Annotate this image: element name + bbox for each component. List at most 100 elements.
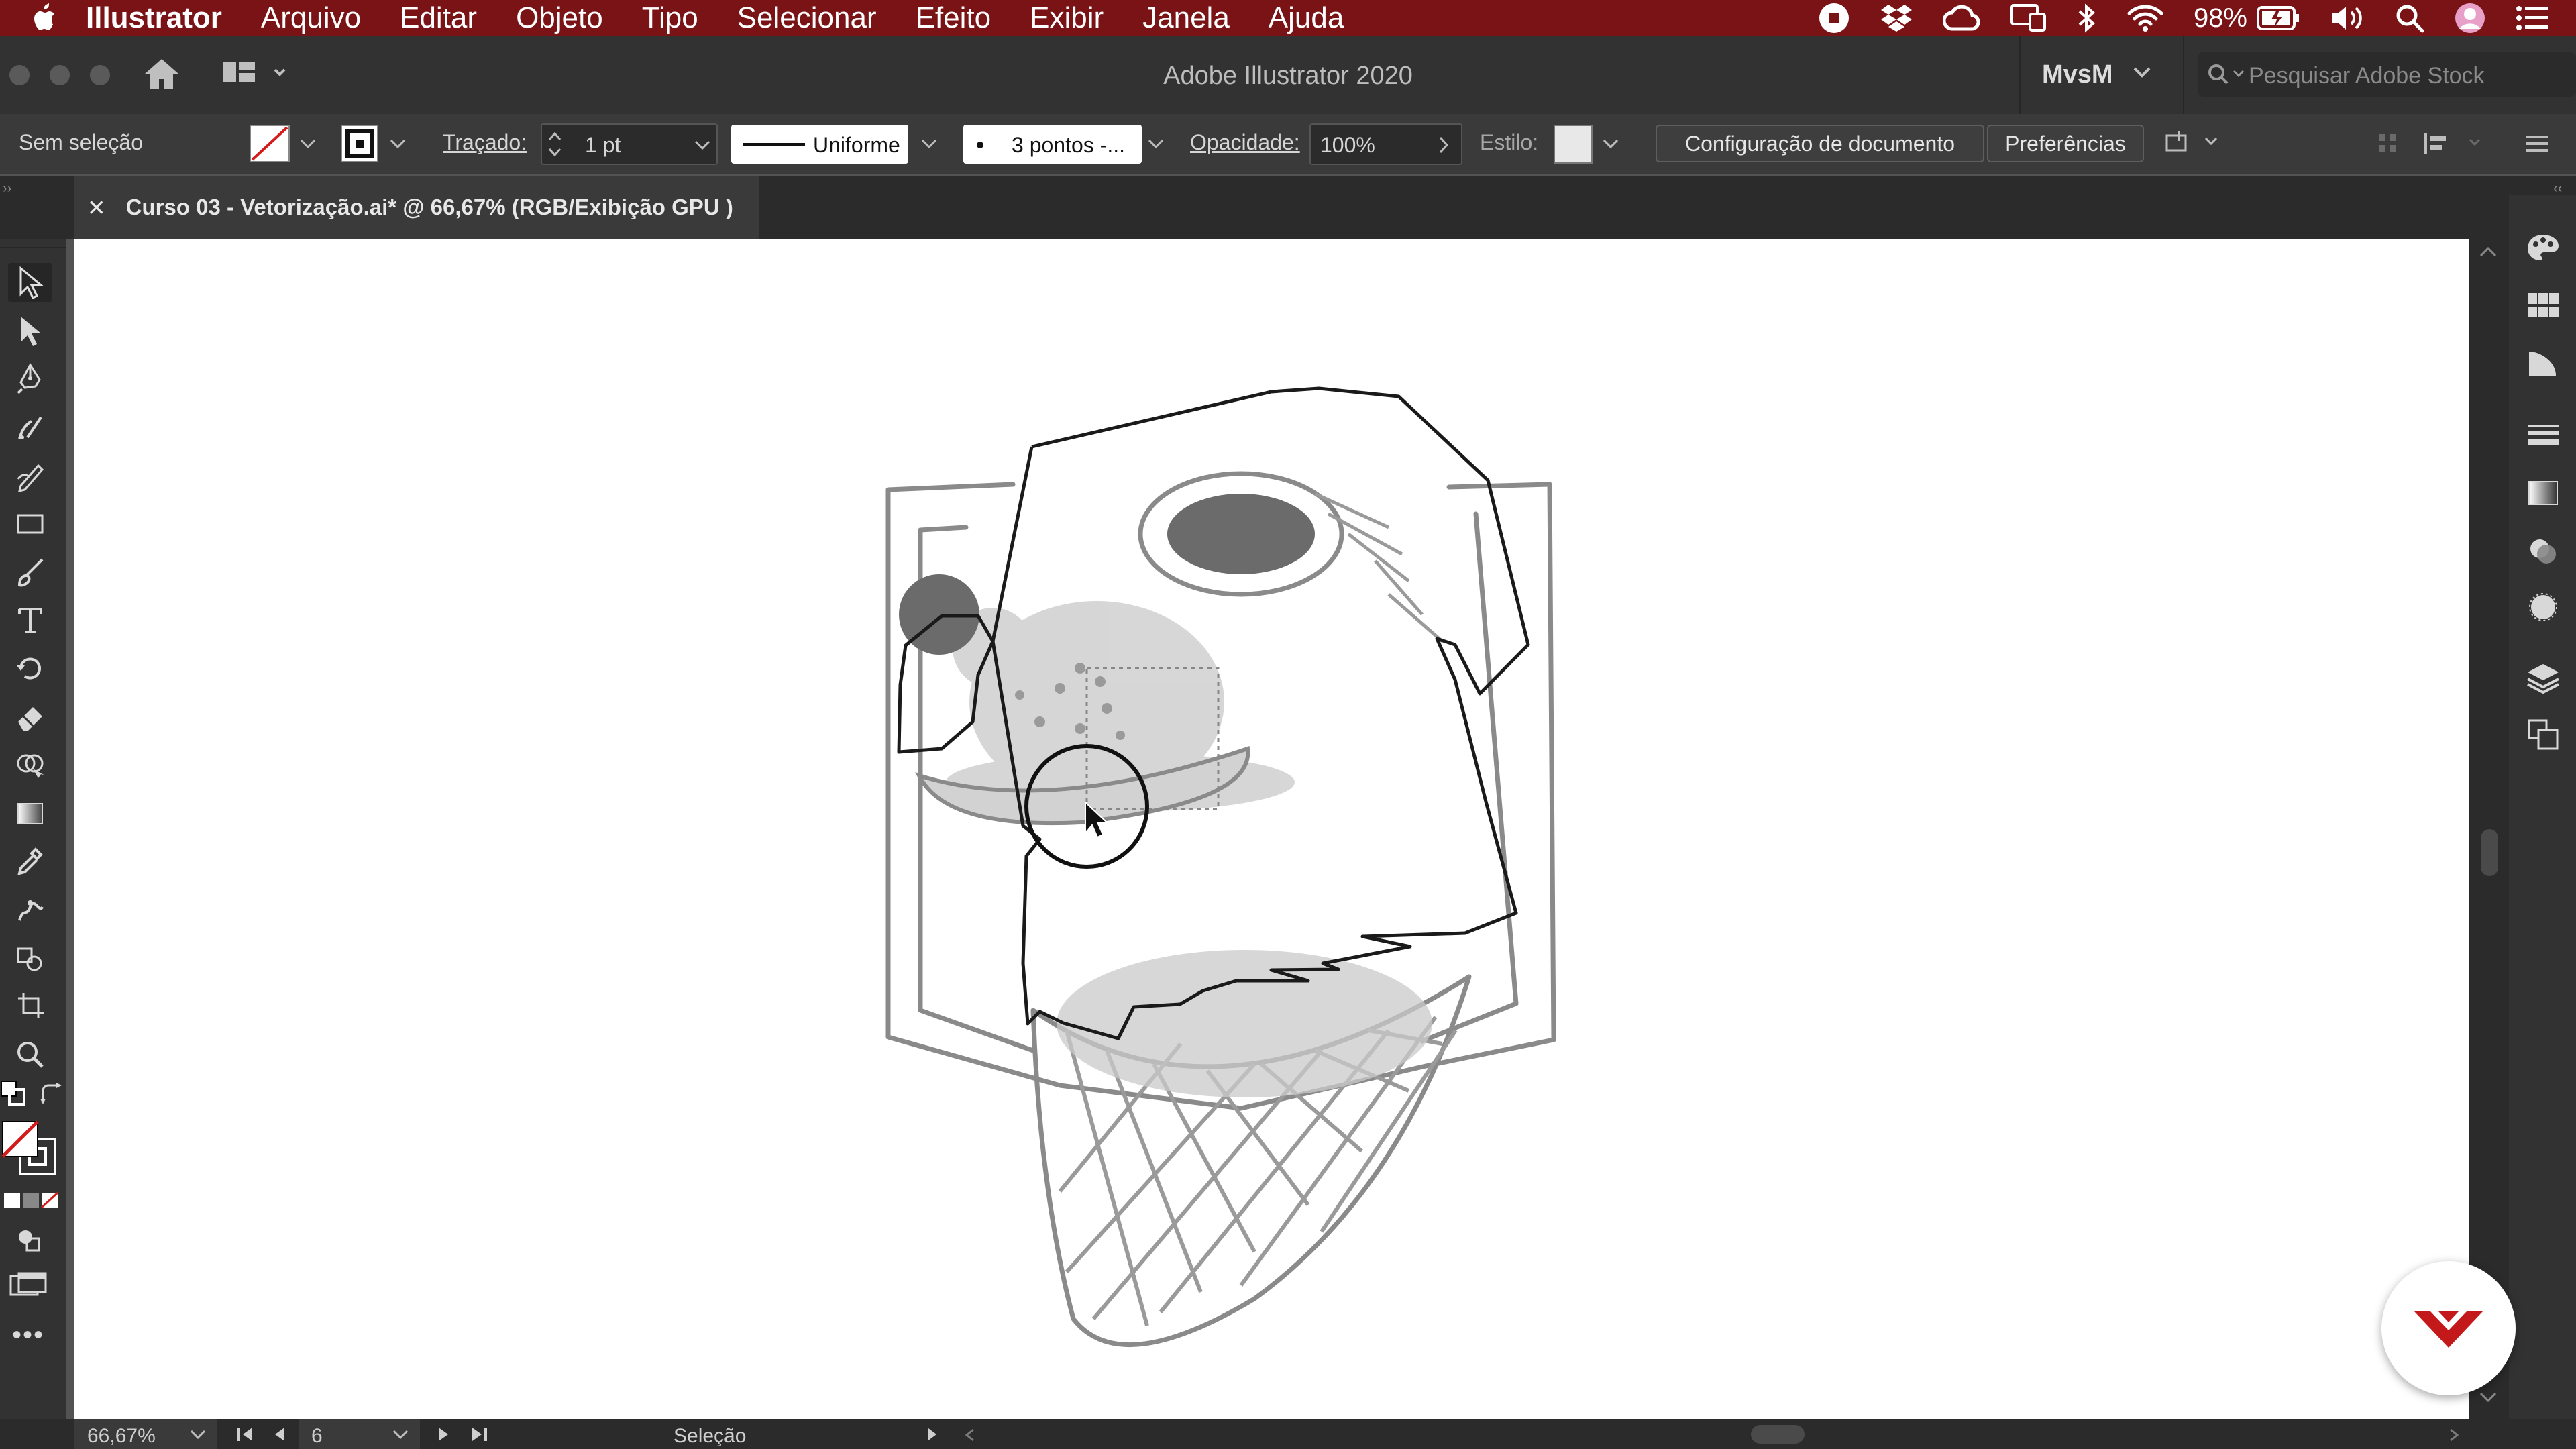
user-avatar-icon[interactable] (2454, 2, 2486, 34)
adobe-stock-search-input[interactable]: Pesquisar Adobe Stock (2198, 52, 2576, 97)
record-icon[interactable] (1818, 2, 1850, 34)
color-palette-icon[interactable] (2524, 228, 2563, 267)
default-colors-icon[interactable] (0, 1080, 27, 1107)
first-artboard-icon[interactable] (235, 1425, 256, 1444)
scroll-down-icon[interactable] (2478, 1390, 2498, 1403)
app-menu[interactable]: Illustrator (86, 1, 222, 35)
apple-icon[interactable] (31, 3, 56, 33)
align-grid-icon[interactable] (2375, 130, 2402, 157)
transparency-icon[interactable] (2524, 531, 2563, 570)
layers-icon[interactable] (2524, 659, 2563, 698)
arrange-documents-icon[interactable] (2164, 129, 2224, 158)
preferences-button[interactable]: Preferências (1987, 125, 2144, 162)
stroke-weight-field[interactable]: 1 pt (541, 123, 718, 165)
gradient-panel-icon[interactable] (2524, 474, 2563, 513)
close-tab-icon[interactable]: ✕ (87, 195, 106, 221)
opacity-field[interactable]: 100% (1309, 123, 1462, 165)
menu-exibir[interactable]: Exibir (1030, 1, 1104, 35)
selection-tool-icon[interactable] (8, 263, 52, 302)
curvature-tool-icon[interactable] (8, 408, 52, 447)
previous-artboard-icon[interactable] (271, 1425, 287, 1444)
menu-efeito[interactable]: Efeito (916, 1, 991, 35)
volume-icon[interactable] (2329, 3, 2365, 33)
scroll-left-icon[interactable] (963, 1428, 977, 1442)
zoom-tool-icon[interactable] (8, 1036, 52, 1075)
paintbrush-tool-icon[interactable] (8, 553, 52, 592)
artboards-panel-icon[interactable] (2524, 715, 2563, 754)
rotate-tool-icon[interactable] (8, 649, 52, 688)
rectangle-tool-icon[interactable] (8, 504, 52, 543)
document-setup-button[interactable]: Configuração de documento (1656, 125, 1984, 162)
creative-cloud-icon[interactable] (1942, 5, 1980, 32)
stroke-label[interactable]: Traçado: (443, 130, 527, 155)
live-paint-tool-icon[interactable] (8, 939, 52, 978)
document-tab[interactable]: ✕ Curso 03 - Vetorização.ai* @ 66,67% (R… (74, 176, 759, 239)
menu-selecionar[interactable]: Selecionar (737, 1, 877, 35)
menu-ajuda[interactable]: Ajuda (1269, 1, 1344, 35)
stroke-profile-select[interactable]: Uniforme (731, 125, 908, 164)
chevron-down-icon[interactable] (392, 1429, 409, 1441)
appearance-icon[interactable] (2524, 588, 2563, 627)
stroke-swatch[interactable] (341, 125, 378, 162)
edit-toolbar-icon[interactable]: ••• (12, 1320, 44, 1350)
menu-janela[interactable]: Janela (1142, 1, 1230, 35)
notification-center-icon[interactable] (2516, 5, 2549, 32)
zoom-level-field[interactable]: 66,67% (74, 1419, 217, 1449)
stroke-dropdown-chevron-icon[interactable] (389, 138, 407, 150)
battery-icon[interactable] (2257, 6, 2300, 30)
scroll-right-icon[interactable] (2447, 1428, 2461, 1442)
chevron-down-icon[interactable] (1147, 138, 1165, 150)
draw-mode-icon[interactable] (15, 1225, 44, 1254)
scroll-thumb[interactable] (2481, 829, 2498, 876)
fill-dropdown-chevron-icon[interactable] (299, 138, 317, 150)
display-icon[interactable] (2010, 3, 2047, 33)
shape-builder-tool-icon[interactable] (8, 746, 52, 785)
brush-definition-select[interactable]: 3 pontos -... (963, 125, 1142, 164)
direct-selection-tool-icon[interactable] (8, 311, 52, 350)
graphic-style-swatch[interactable] (1554, 125, 1593, 164)
opacity-label[interactable]: Opacidade: (1190, 130, 1300, 155)
swap-colors-icon[interactable] (38, 1081, 64, 1108)
scroll-up-icon[interactable] (2478, 246, 2498, 259)
eyedropper-tool-icon[interactable] (8, 843, 52, 881)
chevron-down-icon[interactable] (1602, 138, 1619, 150)
fill-stroke-swatches[interactable] (0, 1119, 60, 1179)
type-tool-icon[interactable] (8, 601, 52, 640)
menu-editar[interactable]: Editar (400, 1, 477, 35)
artboard-tool-icon[interactable] (8, 987, 52, 1026)
chevron-down-icon[interactable] (2132, 66, 2152, 79)
chevron-down-icon[interactable] (920, 138, 938, 150)
panel-menu-icon[interactable] (2524, 130, 2551, 157)
dropbox-icon[interactable] (1880, 3, 1913, 33)
artboard-number-field[interactable]: 6 (299, 1419, 420, 1449)
menu-tipo[interactable]: Tipo (642, 1, 698, 35)
puppet-warp-tool-icon[interactable] (8, 891, 52, 930)
color-mode-buttons[interactable] (3, 1190, 60, 1210)
spotlight-search-icon[interactable] (2395, 3, 2424, 33)
brushes-icon[interactable] (2524, 343, 2563, 382)
vertical-scrollbar[interactable] (2469, 239, 2509, 1419)
menu-objeto[interactable]: Objeto (516, 1, 603, 35)
next-artboard-icon[interactable] (436, 1425, 452, 1444)
fill-swatch[interactable] (250, 125, 290, 162)
chevron-right-icon[interactable] (1437, 136, 1450, 154)
distribute-icon[interactable] (2423, 130, 2483, 157)
stroke-panel-icon[interactable] (2524, 416, 2563, 455)
status-menu-icon[interactable] (926, 1426, 939, 1442)
horizontal-scroll-thumb[interactable] (1751, 1425, 1805, 1444)
artboard-canvas[interactable] (74, 239, 2469, 1419)
stepper-icon[interactable] (547, 129, 562, 160)
chevron-down-icon[interactable] (189, 1429, 207, 1441)
chevron-down-icon[interactable] (694, 140, 711, 152)
menu-arquivo[interactable]: Arquivo (261, 1, 361, 35)
gradient-tool-icon[interactable] (8, 794, 52, 833)
collapse-panels-icon[interactable]: ›› (3, 181, 11, 197)
screen-mode-icon[interactable] (9, 1272, 50, 1301)
swatches-icon[interactable] (2524, 286, 2563, 325)
eraser-tool-icon[interactable] (8, 698, 52, 737)
pen-tool-icon[interactable] (8, 360, 52, 398)
bluetooth-icon[interactable] (2077, 3, 2097, 34)
pencil-tool-icon[interactable] (8, 456, 52, 495)
last-artboard-icon[interactable] (470, 1425, 491, 1444)
workspace-switcher[interactable]: MvsM (2042, 60, 2113, 89)
